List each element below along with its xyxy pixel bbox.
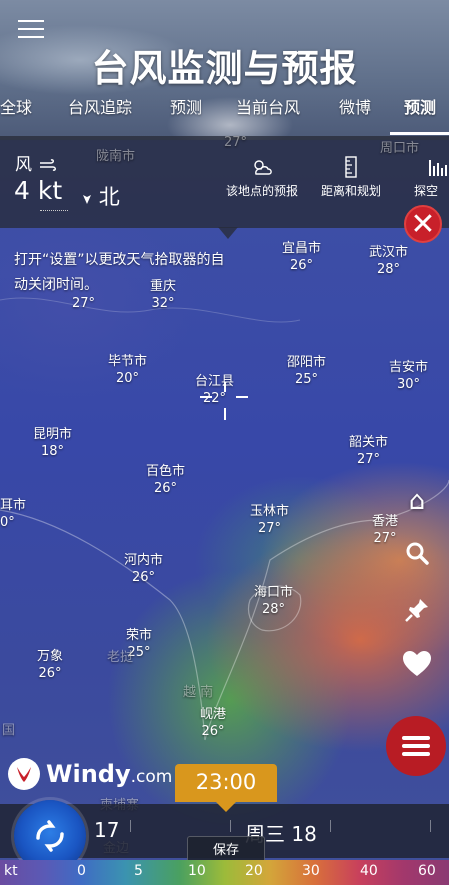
windy-logo-text: Windy.com (46, 760, 173, 788)
cloud-sun-icon (254, 160, 272, 175)
city-label: 玉林市 27° (250, 504, 290, 536)
crosshair-left (200, 396, 212, 398)
tab-global[interactable]: 全球 (0, 90, 32, 122)
wind-direction: 北 (82, 181, 120, 211)
scale-tick: 5 (134, 863, 143, 879)
city-label: 耳市 0° (0, 498, 27, 530)
home-icon[interactable]: ⌂ (399, 486, 435, 516)
city-temp: 27° (72, 296, 96, 311)
picker-notice: 打开“设置”以更改天气拾取器的自动关闭时间。 (14, 252, 225, 293)
distance-planning-label: 距离和规划 (320, 184, 381, 198)
timeline-tick (130, 820, 131, 832)
tab-current-typhoon[interactable]: 当前台风 (236, 90, 300, 122)
timeline-day-label[interactable]: 17 (94, 818, 119, 842)
crosshair-top (224, 382, 226, 392)
city-label: 香港 27° (372, 514, 399, 546)
tab-weibo[interactable]: 微博 (339, 90, 371, 122)
city-label: 周口市 (380, 141, 420, 156)
windy-logo-icon (8, 758, 40, 790)
tab-forecast-active[interactable]: 预测 (404, 90, 436, 122)
wind-value-underline (40, 210, 68, 211)
city-label: 武汉市 28° (369, 245, 409, 277)
wind-label: 风 (15, 150, 57, 175)
search-icon[interactable] (399, 540, 435, 573)
point-forecast-button[interactable]: 该地点的预报 (222, 156, 302, 199)
active-tab-indicator (390, 132, 449, 135)
city-label: 宜昌市 26° (282, 241, 322, 273)
close-button[interactable]: ✕ (404, 205, 442, 243)
scale-tick: 40 (360, 863, 378, 879)
wind-icon (40, 159, 57, 171)
point-forecast-label: 该地点的预报 (225, 184, 298, 198)
city-label: 岘港 26° (200, 707, 227, 739)
city-label: 毕节市 20° (108, 354, 148, 386)
timeline-tick (430, 820, 431, 832)
main-menu-button[interactable] (386, 716, 446, 776)
menu-icon[interactable] (18, 20, 44, 40)
crosshair-right (236, 396, 248, 398)
ruler-icon (345, 156, 357, 178)
heart-icon[interactable] (399, 650, 435, 685)
scale-tick: 20 (245, 863, 263, 879)
sounding-button[interactable]: 探空 (414, 156, 449, 199)
city-label: 重庆 32° (150, 279, 177, 311)
city-label: 邵阳市 25° (287, 355, 327, 387)
scale-tick: 30 (302, 863, 320, 879)
selected-location-label: 台江县 22° (195, 374, 235, 406)
tab-forecast[interactable]: 预测 (170, 90, 202, 122)
scale-tick: 10 (188, 863, 206, 879)
city-label: 海口市 28° (254, 585, 294, 617)
city-temp: 27° (224, 135, 248, 150)
country-label: 国 (2, 723, 16, 738)
distance-planning-button[interactable]: 距离和规划 (316, 156, 386, 199)
tab-typhoon-tracking[interactable]: 台风追踪 (68, 90, 132, 122)
sounding-label: 探空 (414, 184, 439, 198)
time-bubble-pointer (216, 802, 236, 812)
scale-unit: kt (4, 863, 18, 879)
pin-icon[interactable] (399, 596, 435, 631)
panel-pointer (218, 227, 238, 239)
wind-speed-value[interactable]: 4 kt (14, 176, 62, 205)
wind-scale-bar (0, 860, 449, 885)
city-label: 韶关市 27° (349, 435, 389, 467)
crosshair-bottom (224, 408, 226, 420)
city-label: 吉安市 30° (389, 360, 429, 392)
current-time-bubble[interactable]: 23:00 (175, 764, 277, 802)
scale-tick: 0 (77, 863, 86, 879)
city-label: 陇南市 (96, 149, 136, 164)
scale-tick: 60 (418, 863, 436, 879)
chart-icon (429, 160, 447, 176)
direction-arrow-icon (83, 195, 91, 204)
country-label: 越 南 (183, 685, 214, 700)
country-label: 老挝 (107, 650, 134, 665)
city-label: 百色市 26° (146, 464, 186, 496)
city-label: 万象 26° (37, 649, 64, 681)
city-label: 昆明市 18° (33, 427, 73, 459)
timeline-tick (330, 820, 331, 832)
city-label: 河内市 26° (124, 553, 164, 585)
page-title: 台风监测与预报 (91, 47, 358, 90)
timeline-tick (230, 820, 231, 832)
